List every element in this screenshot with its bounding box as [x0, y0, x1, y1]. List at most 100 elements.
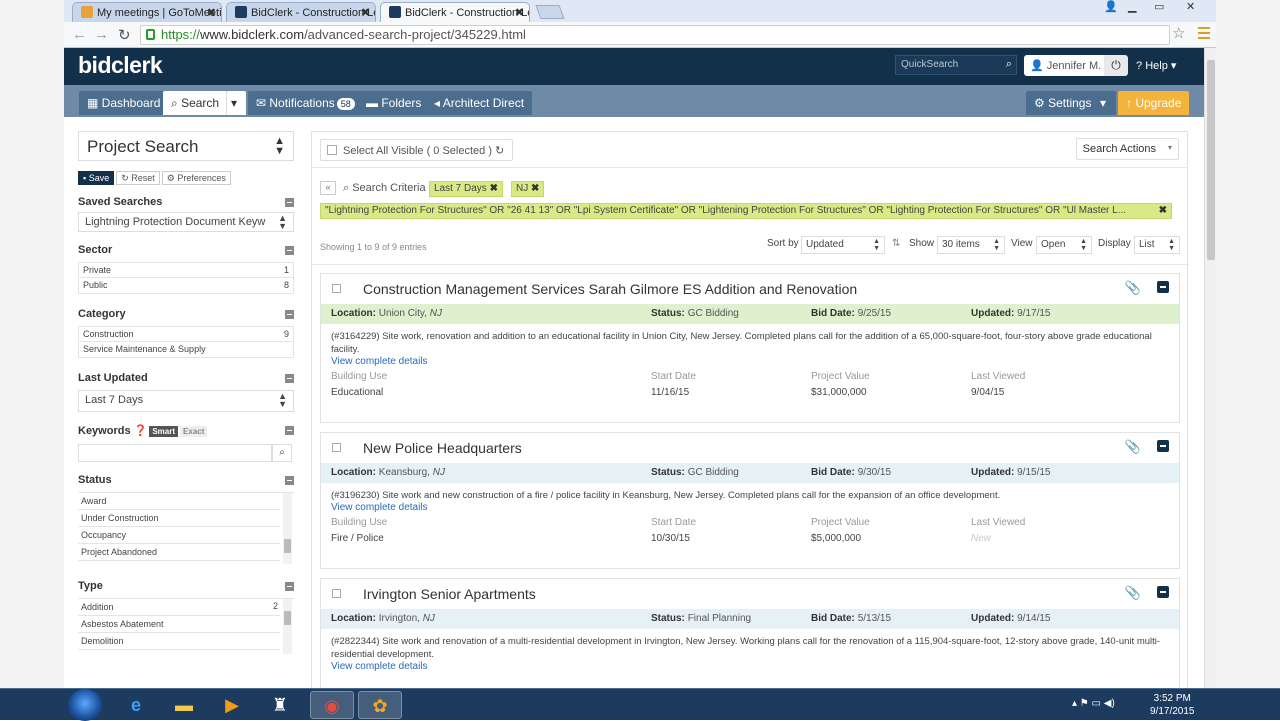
collapse-icon[interactable]: [285, 246, 294, 255]
collapse-icon[interactable]: [285, 476, 294, 485]
remove-chip-icon[interactable]: ✖: [490, 183, 498, 194]
close-window-button[interactable]: ✕: [1186, 0, 1195, 16]
keyword-search-icon[interactable]: ⌕: [272, 444, 292, 462]
close-tab-icon[interactable]: ✖: [515, 6, 524, 19]
sort-direction-icon[interactable]: ⇅: [892, 238, 900, 249]
browser-tab[interactable]: BidClerk - Construction Le ✖: [226, 2, 376, 22]
select-all-visible[interactable]: Select All Visible ( 0 Selected ) ↻: [320, 139, 514, 161]
taskbar-clock[interactable]: 3:52 PM 9/17/2015: [1150, 692, 1195, 718]
browser-tab-active[interactable]: BidClerk - Construction Le ✖: [380, 2, 530, 22]
collapse-card-icon[interactable]: [1157, 586, 1169, 598]
sector-filter-public[interactable]: Public 8: [78, 278, 294, 294]
view-details-link[interactable]: View complete details: [321, 502, 1179, 513]
search-dropdown-caret[interactable]: ▾: [226, 91, 246, 115]
remove-chip-icon[interactable]: ✖: [1159, 205, 1167, 216]
help-menu[interactable]: ? Help ▾: [1136, 59, 1176, 72]
search-actions-button[interactable]: Search Actions ▾: [1075, 138, 1179, 160]
sector-filter-private[interactable]: Private 1: [78, 262, 294, 278]
keyword-criteria-chip[interactable]: "Lightning Protection For Structures" OR…: [320, 203, 1172, 219]
remove-chip-icon[interactable]: ✖: [531, 183, 539, 194]
paperclip-icon[interactable]: 📎: [1125, 280, 1141, 296]
windows-start-button[interactable]: [68, 689, 102, 721]
view-select[interactable]: Open ▲ ▼: [1036, 236, 1092, 254]
project-title[interactable]: Construction Management Services Sarah G…: [363, 281, 857, 297]
collapse-icon[interactable]: [285, 374, 294, 383]
refresh-icon[interactable]: ↻: [495, 145, 504, 157]
criteria-chip[interactable]: NJ ✖: [511, 181, 545, 197]
collapse-card-icon[interactable]: [1157, 440, 1169, 452]
status-filter-item[interactable]: Occupancy: [78, 527, 280, 544]
collapse-icon[interactable]: [285, 310, 294, 319]
search-icon[interactable]: ⌕: [1006, 58, 1012, 71]
type-filter-item[interactable]: Asbestos Abatement: [78, 616, 280, 633]
collapse-icon[interactable]: [285, 426, 294, 435]
forward-icon[interactable]: →: [94, 26, 109, 43]
status-list-scrollbar[interactable]: [283, 493, 292, 564]
quicksearch-input[interactable]: QuickSearch ⌕: [895, 55, 1017, 75]
tab-search[interactable]: ⌕ Search: [163, 91, 228, 115]
show-count-select[interactable]: 30 items ▲ ▼: [937, 236, 1005, 254]
view-details-link[interactable]: View complete details: [321, 356, 1179, 367]
project-search-select[interactable]: Project Search ▲ ▼: [78, 131, 294, 161]
tab-dashboard[interactable]: ▦ Dashboard: [79, 91, 169, 115]
project-checkbox[interactable]: [332, 284, 341, 293]
sort-by-select[interactable]: Updated ▲ ▼: [801, 236, 885, 254]
criteria-chip[interactable]: Last 7 Days ✖: [429, 181, 503, 197]
paperclip-icon[interactable]: 📎: [1125, 585, 1141, 601]
project-checkbox[interactable]: [332, 589, 341, 598]
bookmark-star-icon[interactable]: ☆: [1172, 24, 1185, 42]
paperclip-icon[interactable]: 📎: [1125, 439, 1141, 455]
new-tab-button[interactable]: [535, 5, 565, 19]
category-filter-construction[interactable]: Construction 9: [78, 326, 294, 342]
tab-folders[interactable]: ▬ Folders: [358, 91, 430, 115]
last-updated-select[interactable]: Last 7 Days ▲ ▼: [78, 390, 294, 412]
media-player-icon[interactable]: ▶: [210, 691, 254, 719]
tab-notifications[interactable]: ✉ Notifications 58: [248, 91, 363, 115]
type-list-scrollbar[interactable]: [283, 599, 292, 654]
chrome-icon[interactable]: ◉: [310, 691, 354, 719]
status-filter-item[interactable]: Project Abandoned: [78, 544, 280, 561]
collapse-card-icon[interactable]: [1157, 281, 1169, 293]
project-title[interactable]: New Police Headquarters: [363, 440, 522, 456]
reload-icon[interactable]: ↻: [118, 26, 131, 44]
collapse-criteria-button[interactable]: «: [320, 181, 336, 195]
gotomeeting-icon[interactable]: ✿: [358, 691, 402, 719]
tab-architect-direct[interactable]: ◂ Architect Direct: [426, 91, 533, 115]
smart-toggle[interactable]: Smart: [149, 426, 179, 437]
scrollbar-thumb[interactable]: [284, 611, 291, 625]
project-checkbox[interactable]: [332, 443, 341, 452]
url-input[interactable]: https://www.bidclerk.com/advanced-search…: [140, 25, 1170, 45]
select-all-checkbox[interactable]: [327, 145, 337, 155]
type-filter-item[interactable]: Demolition: [78, 633, 280, 650]
page-scrollbar[interactable]: [1204, 48, 1216, 688]
display-select[interactable]: List ▲ ▼: [1134, 236, 1180, 254]
back-icon[interactable]: ←: [72, 26, 87, 43]
system-tray[interactable]: ▴ ⚑ ▭ ◀): [1072, 698, 1115, 709]
close-tab-icon[interactable]: ✖: [207, 6, 216, 19]
collapse-icon[interactable]: [285, 198, 294, 207]
user-menu[interactable]: 👤 Jennifer M.: [1024, 55, 1110, 76]
view-details-link[interactable]: View complete details: [321, 661, 1179, 672]
internet-explorer-icon[interactable]: e: [114, 691, 158, 719]
reset-button[interactable]: ↻ Reset: [116, 171, 160, 185]
maximize-button[interactable]: ▭: [1154, 0, 1164, 16]
category-filter-service[interactable]: Service Maintenance & Supply: [78, 342, 294, 358]
info-icon[interactable]: ❓: [134, 425, 148, 437]
exact-toggle[interactable]: Exact: [180, 426, 208, 437]
status-filter-item[interactable]: Under Construction: [78, 510, 280, 527]
scrollbar-thumb[interactable]: [1207, 60, 1215, 260]
scrollbar-thumb[interactable]: [284, 539, 291, 553]
close-tab-icon[interactable]: ✖: [361, 6, 370, 19]
save-search-button[interactable]: ▪ Save: [78, 171, 115, 185]
collapse-icon[interactable]: [285, 582, 294, 591]
logout-power-icon[interactable]: ⏻: [1104, 55, 1128, 76]
keywords-input[interactable]: [78, 444, 272, 462]
file-explorer-icon[interactable]: ▬: [162, 691, 206, 719]
saved-search-select[interactable]: Lightning Protection Document Keyw ▲ ▼: [78, 212, 294, 232]
preferences-button[interactable]: ⚙ Preferences: [161, 171, 231, 185]
browser-tab[interactable]: My meetings | GoToMeeti ✖: [72, 2, 222, 22]
chrome-menu-icon[interactable]: [1198, 27, 1210, 39]
tab-settings[interactable]: ⚙ Settings: [1026, 91, 1100, 115]
bidclerk-logo[interactable]: bidclerk: [78, 52, 163, 79]
settings-dropdown-caret[interactable]: ▾: [1096, 91, 1116, 115]
